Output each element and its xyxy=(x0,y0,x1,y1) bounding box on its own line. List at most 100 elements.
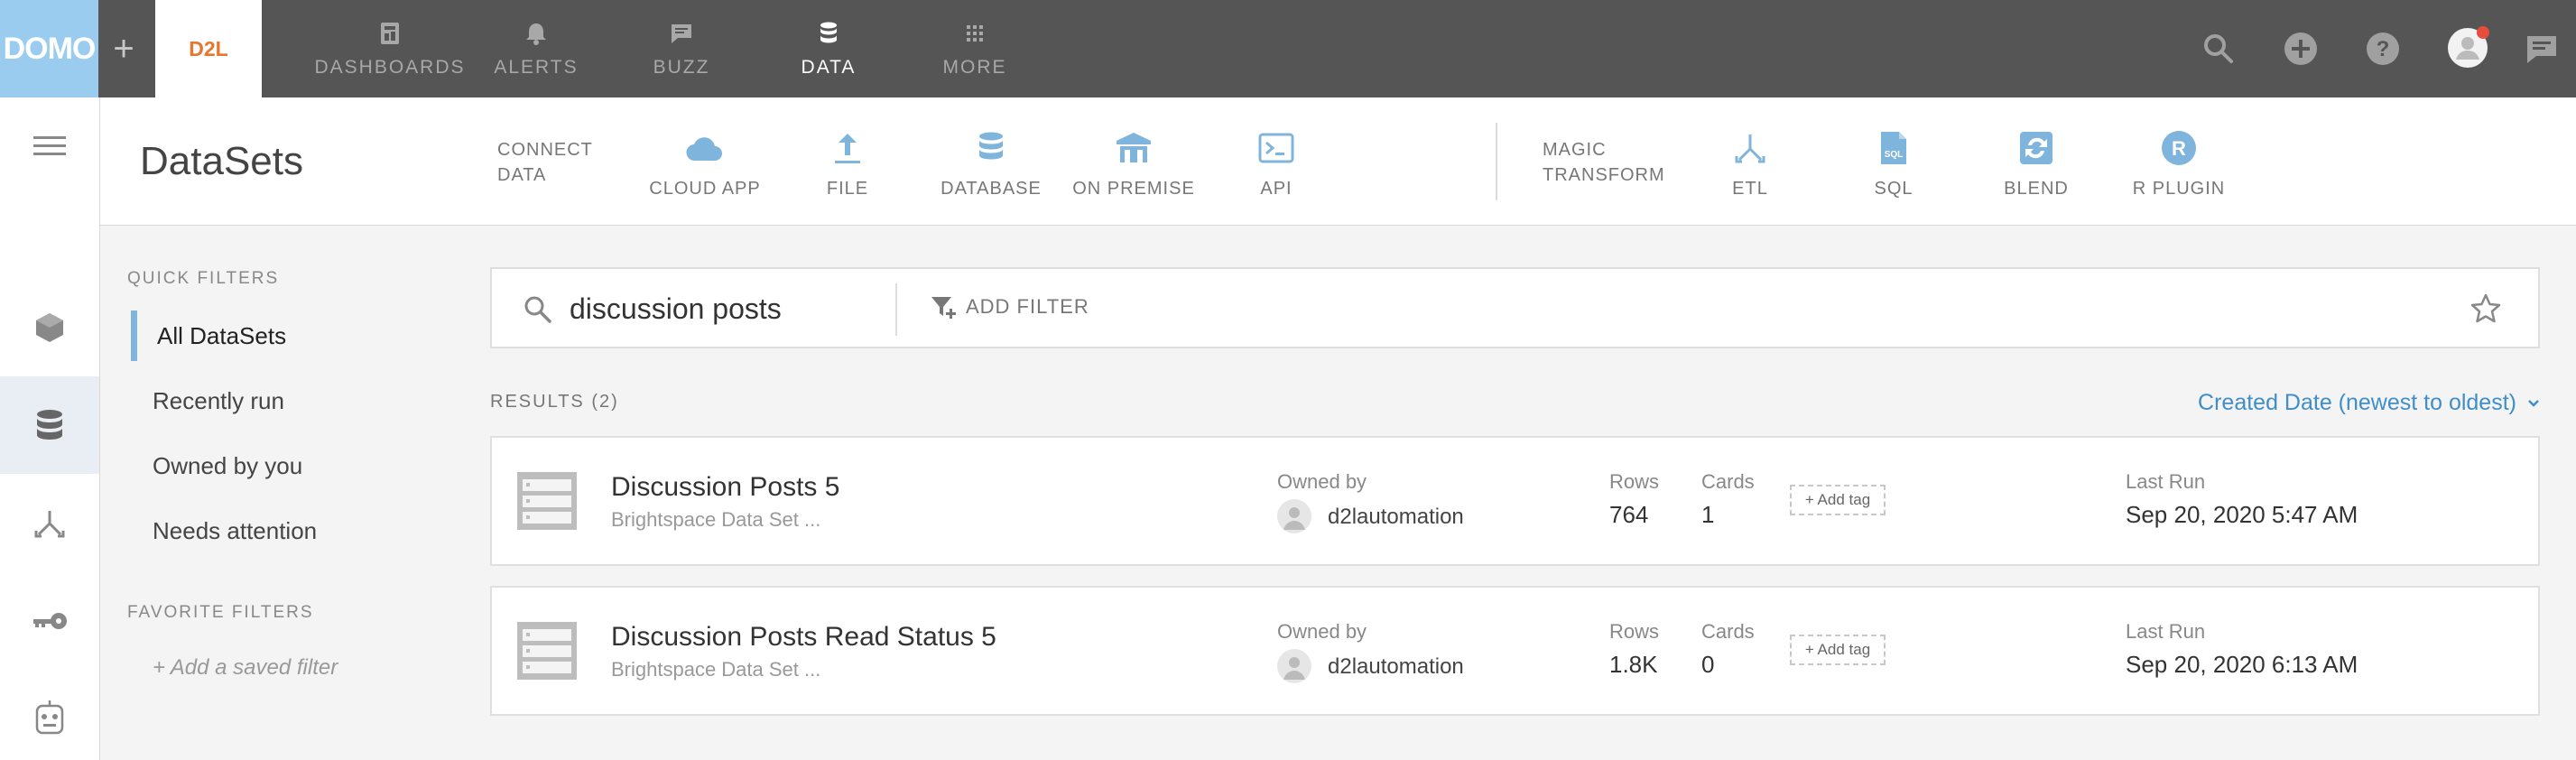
bell-icon xyxy=(526,23,546,45)
connect-data-label: CONNECT DATA xyxy=(497,137,593,188)
filter-recently-run[interactable]: Recently run xyxy=(131,375,438,426)
connector-label: CLOUD APP xyxy=(649,179,761,199)
user-icon xyxy=(1283,507,1305,530)
filter-add-icon xyxy=(931,297,956,319)
dataset-row[interactable]: Discussion Posts 5 Brightspace Data Set … xyxy=(490,436,2540,566)
add-saved-filter-link[interactable]: + Add a saved filter xyxy=(153,655,338,681)
transform-blend[interactable]: BLEND xyxy=(1973,128,2099,199)
rail-item-dataflows[interactable] xyxy=(0,475,99,572)
svg-text:R: R xyxy=(2172,137,2186,160)
search-divider xyxy=(895,283,897,336)
upload-icon xyxy=(835,134,860,163)
transform-label-line: MAGIC xyxy=(1543,140,1607,160)
add-circle-icon[interactable] xyxy=(2281,29,2321,69)
robot-icon xyxy=(35,700,64,735)
help-icon[interactable]: ? xyxy=(2363,29,2403,69)
user-icon xyxy=(1283,657,1305,680)
page-title: DataSets xyxy=(140,139,303,183)
messages-icon[interactable] xyxy=(2522,29,2562,69)
search-icon xyxy=(524,296,551,323)
search-bar: ADD FILTER xyxy=(490,267,2540,348)
nav-alerts[interactable]: ALERTS xyxy=(464,0,608,97)
key-icon xyxy=(33,613,67,629)
connect-label-line: CONNECT xyxy=(497,140,593,160)
d2l-tab-label: D2L xyxy=(189,36,228,60)
datasets-header: DataSets CONNECT DATA CLOUD APP FILE DAT… xyxy=(100,97,2576,226)
nav-label: DATA xyxy=(801,57,857,78)
dataset-name[interactable]: Discussion Posts Read Status 5 xyxy=(611,622,996,653)
add-filter-button[interactable]: ADD FILTER xyxy=(930,294,1089,320)
nav-dashboards[interactable]: DASHBOARDS xyxy=(314,0,464,97)
chat-icon xyxy=(672,24,691,43)
connector-label: DATABASE xyxy=(941,179,1042,199)
cards-label: Cards xyxy=(1701,470,1755,493)
dataset-row[interactable]: Discussion Posts Read Status 5 Brightspa… xyxy=(490,586,2540,716)
svg-text:SQL: SQL xyxy=(1885,150,1904,160)
rail-item-overview[interactable] xyxy=(0,278,99,377)
chevron-down-icon xyxy=(2528,399,2539,407)
nav-more[interactable]: MORE xyxy=(903,0,1047,97)
filter-needs-attention[interactable]: Needs attention xyxy=(131,505,438,556)
transform-etl[interactable]: ETL xyxy=(1687,128,1813,199)
d2l-tab[interactable]: D2L xyxy=(155,0,262,97)
rows-label: Rows xyxy=(1609,620,1660,643)
add-filter-label: ADD FILTER xyxy=(966,295,1089,318)
cards-value: 1 xyxy=(1701,501,1715,528)
nav-data[interactable]: DATA xyxy=(756,0,901,97)
connector-file[interactable]: FILE xyxy=(784,128,911,199)
etl-icon xyxy=(1735,134,1765,163)
rail-item-governance[interactable] xyxy=(0,670,99,760)
transform-sql[interactable]: SQL SQL xyxy=(1830,128,1957,199)
terminal-icon xyxy=(1258,133,1294,163)
filter-owned-by-you[interactable]: Owned by you xyxy=(131,440,438,491)
connector-label: ON PREMISE xyxy=(1072,179,1195,199)
search-input[interactable] xyxy=(570,289,867,329)
database-icon xyxy=(820,22,837,43)
star-icon[interactable] xyxy=(2469,292,2502,325)
add-tag-button[interactable]: + Add tag xyxy=(1790,635,1886,665)
nav-label: BUZZ xyxy=(653,57,710,78)
dashboards-icon xyxy=(381,23,399,44)
domo-logo[interactable]: DOMO xyxy=(0,0,98,97)
connect-label-line: DATA xyxy=(497,165,547,185)
add-page-button[interactable]: + xyxy=(106,27,142,70)
rows-value: 1.8K xyxy=(1609,651,1658,678)
last-run-value: Sep 20, 2020 6:13 AM xyxy=(2126,651,2358,678)
last-run-value: Sep 20, 2020 5:47 AM xyxy=(2126,501,2358,528)
sort-dropdown[interactable]: Created Date (newest to oldest) xyxy=(2198,390,2540,416)
cloud-icon xyxy=(686,137,722,162)
last-run-label: Last Run xyxy=(2126,470,2206,493)
database-icon xyxy=(979,132,1003,160)
rail-item-datasets[interactable] xyxy=(0,376,99,474)
transform-label: BLEND xyxy=(2004,179,2069,199)
transform-label-line: TRANSFORM xyxy=(1543,165,1665,185)
nav-label: DASHBOARDS xyxy=(314,57,466,78)
owner-name[interactable]: d2lautomation xyxy=(1328,505,1464,530)
add-tag-button[interactable]: + Add tag xyxy=(1790,485,1886,515)
owned-by-label: Owned by xyxy=(1277,620,1367,643)
rail-item-accounts[interactable] xyxy=(0,572,99,670)
owned-by-label: Owned by xyxy=(1277,470,1367,493)
magic-transform-label: MAGIC TRANSFORM xyxy=(1543,137,1665,188)
connector-cloud-app[interactable]: CLOUD APP xyxy=(642,128,768,199)
svg-text:?: ? xyxy=(2377,37,2390,61)
dataflow-icon xyxy=(34,511,65,538)
dataset-table-icon xyxy=(517,472,577,530)
user-avatar-icon[interactable] xyxy=(2445,25,2490,70)
search-icon[interactable] xyxy=(2199,29,2238,69)
dataset-table-icon xyxy=(517,622,577,680)
transform-r-plugin[interactable]: R R PLUGIN xyxy=(2116,128,2242,199)
menu-button[interactable] xyxy=(0,97,99,195)
filter-all-datasets[interactable]: All DataSets xyxy=(131,310,438,361)
connector-database[interactable]: DATABASE xyxy=(928,128,1054,199)
transform-label: SQL xyxy=(1874,179,1913,199)
grid-icon xyxy=(967,25,983,42)
nav-label: ALERTS xyxy=(494,57,579,78)
connector-on-premise[interactable]: ON PREMISE xyxy=(1070,128,1197,199)
dataset-name[interactable]: Discussion Posts 5 xyxy=(611,472,839,503)
nav-buzz[interactable]: BUZZ xyxy=(609,0,754,97)
connector-api[interactable]: API xyxy=(1213,128,1339,199)
owner-avatar xyxy=(1277,499,1311,533)
owner-name[interactable]: d2lautomation xyxy=(1328,654,1464,680)
owner-avatar xyxy=(1277,649,1311,683)
